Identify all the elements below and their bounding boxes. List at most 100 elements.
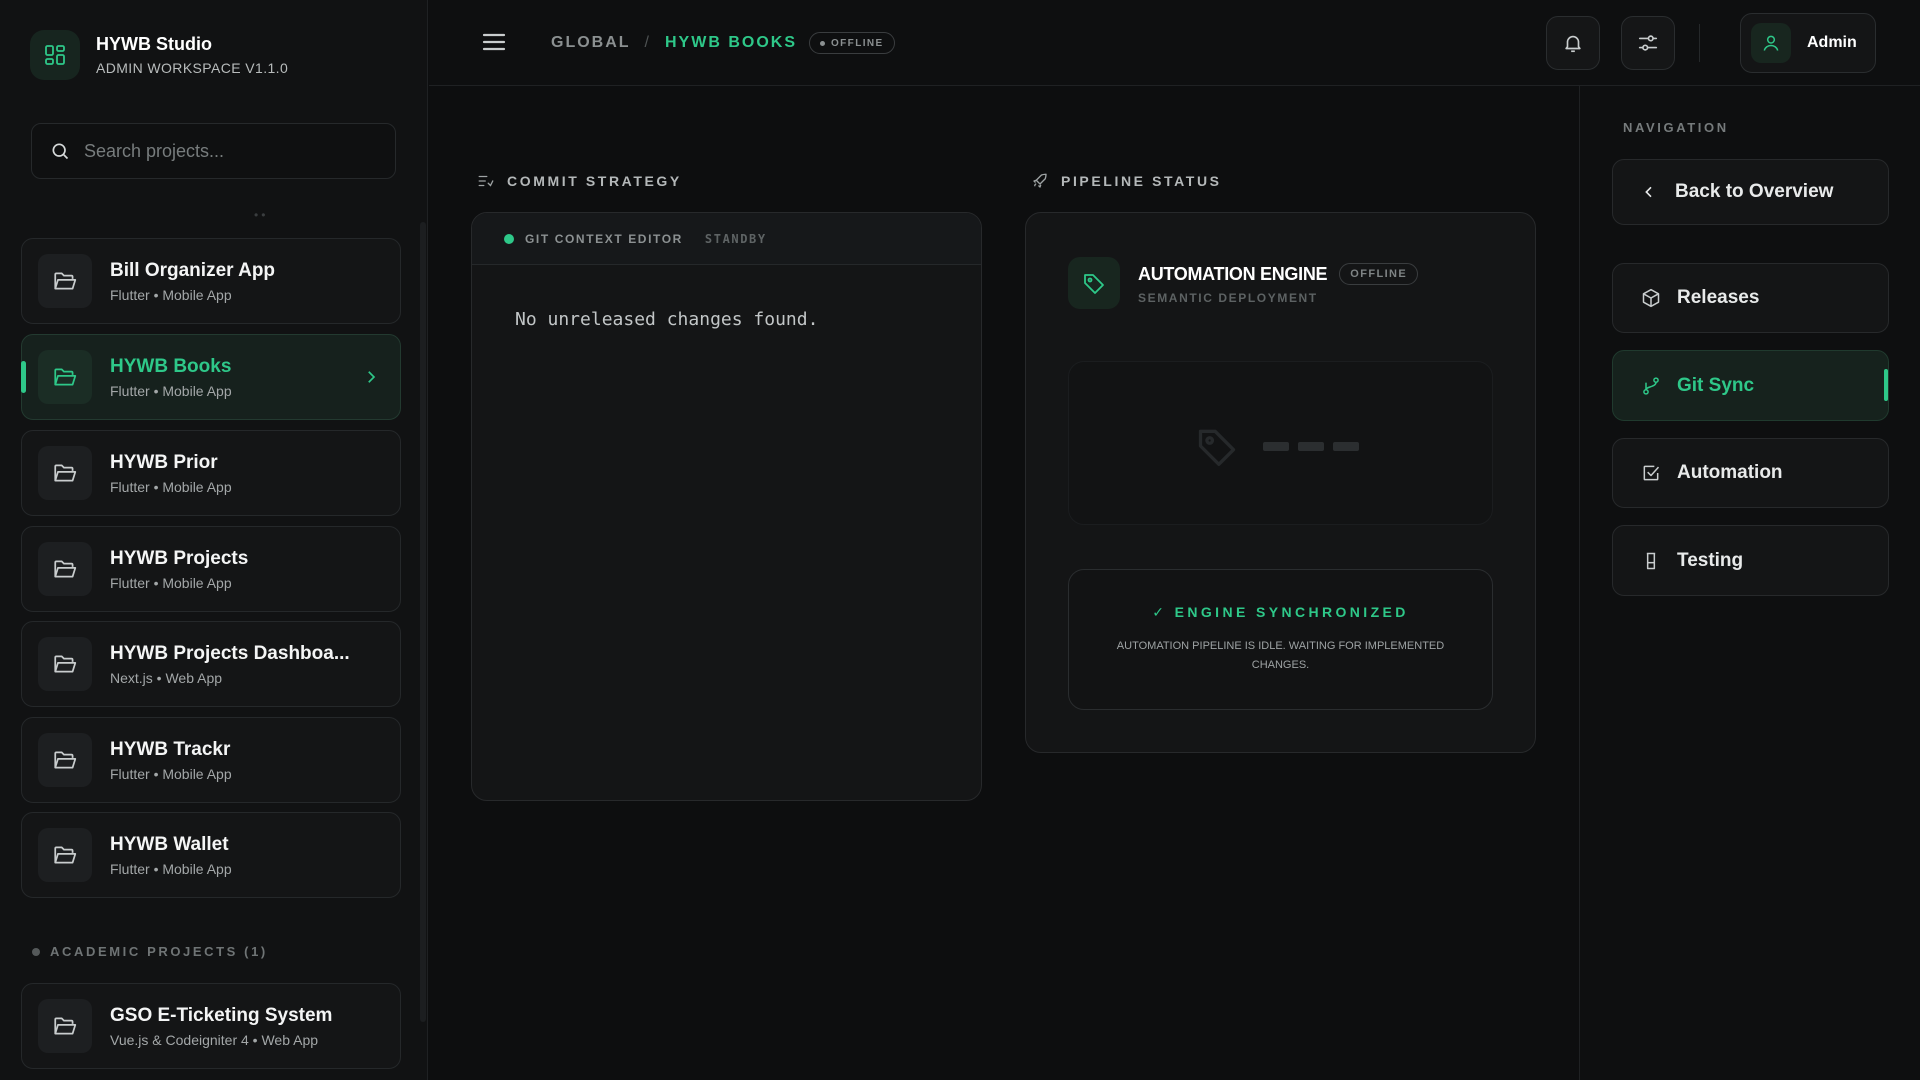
project-item-hywb-trackr[interactable]: HYWB Trackr Flutter • Mobile App bbox=[21, 717, 401, 803]
user-label: Admin bbox=[1807, 34, 1857, 51]
breadcrumb-current: HYWB BOOKS bbox=[665, 34, 797, 51]
editor-content[interactable]: No unreleased changes found. bbox=[472, 265, 981, 330]
git-context-editor: GIT CONTEXT EDITOR STANDBY No unreleased… bbox=[471, 212, 982, 801]
breadcrumb-separator: / bbox=[644, 34, 651, 51]
brand-title: HYWB Studio bbox=[96, 34, 212, 54]
project-meta: Flutter • Mobile App bbox=[110, 286, 232, 303]
sidebar: HYWB Studio ADMIN WORKSPACE V1.1.0 •• Bi… bbox=[0, 0, 428, 1080]
breadcrumb-global[interactable]: GLOBAL bbox=[551, 34, 631, 52]
folder-icon bbox=[38, 254, 92, 308]
project-item-gso-eticketing[interactable]: GSO E-Ticketing System Vue.js & Codeigni… bbox=[21, 983, 401, 1069]
search-input[interactable] bbox=[84, 140, 374, 162]
engine-title-row: AUTOMATION ENGINE OFFLINE bbox=[1138, 263, 1419, 285]
project-meta: Flutter • Mobile App bbox=[110, 860, 232, 877]
git-branch-icon bbox=[1641, 376, 1661, 396]
nav-label: Automation bbox=[1677, 462, 1783, 483]
bullet-icon bbox=[32, 947, 40, 956]
nav-label: Releases bbox=[1677, 287, 1760, 308]
placeholder-bar bbox=[1333, 442, 1359, 451]
editor-state: STANDBY bbox=[704, 231, 767, 246]
brand[interactable]: HYWB Studio ADMIN WORKSPACE V1.1.0 bbox=[30, 30, 288, 80]
active-indicator bbox=[21, 361, 26, 393]
nav-item-git-sync[interactable]: Git Sync bbox=[1612, 350, 1889, 421]
pipeline-status-title: PIPELINE STATUS bbox=[1061, 173, 1222, 189]
project-name: HYWB Projects Dashboa... bbox=[110, 642, 350, 664]
status-dot-icon bbox=[504, 233, 514, 244]
project-name: HYWB Books bbox=[110, 355, 232, 377]
nav-item-testing[interactable]: Testing bbox=[1612, 525, 1889, 596]
notifications-button[interactable] bbox=[1546, 16, 1600, 70]
project-item-hywb-projects-dashboard[interactable]: HYWB Projects Dashboa... Next.js • Web A… bbox=[21, 621, 401, 707]
navigation-title: NAVIGATION bbox=[1623, 120, 1729, 135]
project-meta: Flutter • Mobile App bbox=[110, 382, 232, 399]
checkbox-icon bbox=[1641, 463, 1661, 483]
project-name: GSO E-Ticketing System bbox=[110, 1004, 333, 1026]
editor-label: GIT CONTEXT EDITOR bbox=[525, 231, 683, 246]
commit-strategy-title: COMMIT STRATEGY bbox=[507, 173, 682, 189]
folder-icon bbox=[38, 733, 92, 787]
project-name: Bill Organizer App bbox=[110, 259, 276, 281]
project-meta: Flutter • Mobile App bbox=[110, 478, 232, 495]
status-badge: OFFLINE bbox=[809, 32, 895, 54]
project-name: HYWB Projects bbox=[110, 547, 249, 569]
status-badge-text: OFFLINE bbox=[831, 37, 884, 49]
academic-section-label[interactable]: ACADEMIC PROJECTS (1) bbox=[32, 944, 268, 959]
drag-handle[interactable]: •• bbox=[254, 208, 268, 222]
project-item-bill-organizer[interactable]: Bill Organizer App Flutter • Mobile App bbox=[21, 238, 401, 324]
engine-subtitle: SEMANTIC DEPLOYMENT bbox=[1138, 291, 1318, 305]
beaker-icon bbox=[1641, 551, 1661, 571]
rocket-icon bbox=[1031, 172, 1049, 190]
pipeline-status-heading: PIPELINE STATUS bbox=[1031, 172, 1222, 190]
folder-icon bbox=[38, 828, 92, 882]
pipeline-card: AUTOMATION ENGINE OFFLINE SEMANTIC DEPLO… bbox=[1025, 212, 1536, 753]
settings-button[interactable] bbox=[1621, 16, 1675, 70]
user-menu-button[interactable]: Admin bbox=[1740, 13, 1876, 73]
dashboard-grid-icon bbox=[30, 30, 80, 80]
project-item-hywb-projects[interactable]: HYWB Projects Flutter • Mobile App bbox=[21, 526, 401, 612]
project-meta: Vue.js & Codeigniter 4 • Web App bbox=[110, 1031, 319, 1048]
engine-status-badge: OFFLINE bbox=[1339, 263, 1419, 285]
editor-header: GIT CONTEXT EDITOR STANDBY bbox=[472, 213, 981, 265]
sidebar-scrollbar[interactable] bbox=[420, 222, 426, 1022]
bell-icon bbox=[1562, 32, 1584, 54]
project-meta: Flutter • Mobile App bbox=[110, 765, 232, 782]
project-meta: Flutter • Mobile App bbox=[110, 574, 232, 591]
tag-icon bbox=[1068, 257, 1120, 309]
folder-icon bbox=[38, 999, 92, 1053]
nav-item-automation[interactable]: Automation bbox=[1612, 438, 1889, 508]
project-name: HYWB Prior bbox=[110, 451, 218, 473]
active-indicator bbox=[1884, 369, 1888, 401]
brand-subtitle: ADMIN WORKSPACE V1.1.0 bbox=[96, 60, 289, 76]
nav-label: Git Sync bbox=[1677, 374, 1755, 396]
chevron-right-icon bbox=[362, 368, 380, 386]
list-filter-icon bbox=[477, 172, 495, 190]
sync-description: AUTOMATION PIPELINE IS IDLE. WAITING FOR… bbox=[1116, 640, 1445, 671]
top-header: GLOBAL / HYWB BOOKS OFFLINE Admin bbox=[429, 0, 1920, 86]
search-box[interactable] bbox=[31, 123, 396, 179]
nav-item-releases[interactable]: Releases bbox=[1612, 263, 1889, 333]
placeholder-bar bbox=[1263, 442, 1289, 451]
breadcrumb: GLOBAL / HYWB BOOKS OFFLINE bbox=[551, 32, 895, 54]
folder-icon bbox=[38, 446, 92, 500]
back-to-overview-button[interactable]: Back to Overview bbox=[1612, 159, 1889, 225]
academic-label-text: ACADEMIC PROJECTS (1) bbox=[50, 944, 268, 959]
commit-strategy-heading: COMMIT STRATEGY bbox=[477, 172, 682, 190]
engine-sync-status: ✓ ENGINE SYNCHRONIZED AUTOMATION PIPELIN… bbox=[1068, 569, 1493, 710]
nav-label: Testing bbox=[1677, 549, 1744, 571]
package-icon bbox=[1641, 288, 1661, 308]
project-item-hywb-books[interactable]: HYWB Books Flutter • Mobile App bbox=[21, 334, 401, 420]
status-dot-icon bbox=[820, 40, 825, 46]
sliders-icon bbox=[1637, 32, 1659, 54]
placeholder-bar bbox=[1298, 442, 1324, 451]
folder-icon bbox=[38, 637, 92, 691]
project-item-hywb-prior[interactable]: HYWB Prior Flutter • Mobile App bbox=[21, 430, 401, 516]
folder-icon bbox=[38, 350, 92, 404]
folder-icon bbox=[38, 542, 92, 596]
search-icon bbox=[50, 141, 70, 161]
project-item-hywb-wallet[interactable]: HYWB Wallet Flutter • Mobile App bbox=[21, 812, 401, 898]
back-label: Back to Overview bbox=[1675, 181, 1834, 202]
menu-icon[interactable] bbox=[482, 32, 506, 52]
project-name: HYWB Trackr bbox=[110, 738, 231, 760]
chevron-left-icon bbox=[1641, 184, 1657, 200]
user-icon bbox=[1751, 23, 1791, 63]
